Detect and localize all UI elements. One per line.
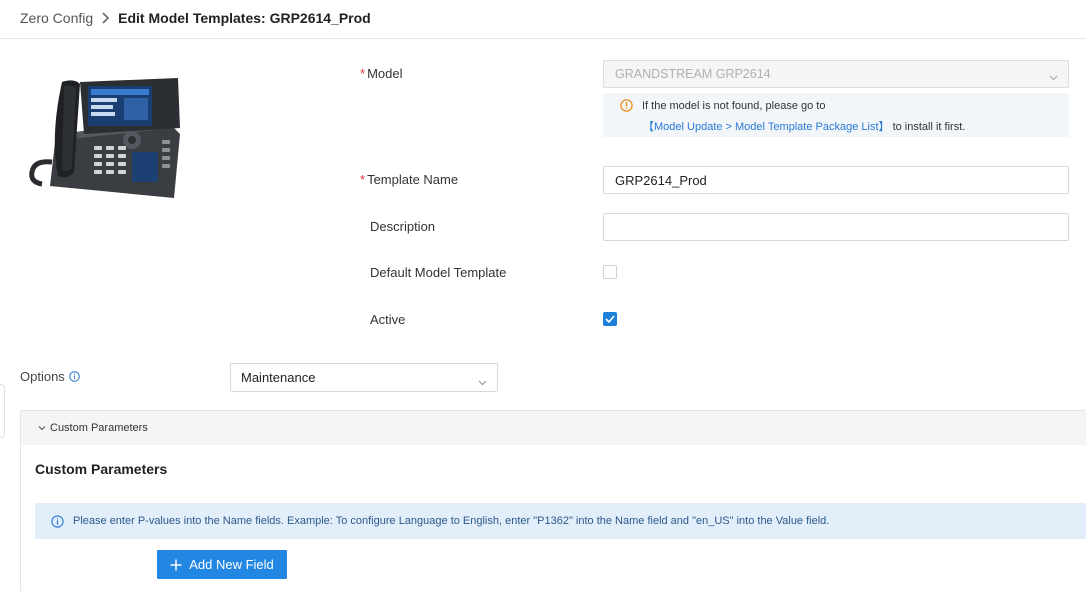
model-select-value: GRANDSTREAM GRP2614 bbox=[615, 67, 771, 81]
model-label-text: Model bbox=[367, 66, 403, 81]
template-name-label: * Template Name bbox=[360, 172, 458, 187]
check-icon bbox=[605, 315, 615, 323]
model-label: * Model bbox=[360, 66, 402, 81]
phone-image bbox=[28, 76, 184, 202]
required-marker: * bbox=[360, 66, 366, 81]
description-input[interactable] bbox=[603, 213, 1069, 241]
header-divider bbox=[0, 38, 1086, 39]
model-notice: If the model is not found, please go to … bbox=[603, 93, 1069, 137]
template-name-label-text: Template Name bbox=[367, 172, 459, 187]
model-select[interactable]: GRANDSTREAM GRP2614 bbox=[603, 60, 1069, 88]
notice-text: If the model is not found, please go to bbox=[642, 100, 826, 112]
info-icon[interactable] bbox=[69, 371, 80, 382]
warning-circle-icon bbox=[620, 99, 633, 115]
required-marker: * bbox=[360, 172, 366, 187]
plus-icon bbox=[170, 559, 182, 571]
default-model-template-checkbox[interactable] bbox=[603, 265, 617, 279]
add-new-field-button[interactable]: Add New Field bbox=[157, 550, 287, 579]
options-label: Options bbox=[20, 369, 80, 384]
active-label: Active bbox=[370, 312, 406, 327]
notice-line2: 【Model Update > Model Template Package L… bbox=[643, 118, 965, 134]
chevron-down-icon bbox=[1049, 70, 1058, 84]
breadcrumb-root-link[interactable]: Zero Config bbox=[20, 10, 93, 26]
custom-parameters-title: Custom Parameters bbox=[35, 461, 168, 477]
page-title: Edit Model Templates: GRP2614_Prod bbox=[118, 10, 371, 26]
custom-parameters-panel: Custom Parameters Custom Parameters Plea… bbox=[20, 410, 1086, 591]
model-template-package-link[interactable]: 【Model Update > Model Template Package L… bbox=[643, 121, 890, 133]
chevron-down-icon bbox=[38, 425, 46, 431]
template-name-input[interactable]: GRP2614_Prod bbox=[603, 166, 1069, 194]
options-select[interactable]: Maintenance bbox=[230, 363, 498, 392]
notice-suffix: to install it first. bbox=[889, 121, 966, 133]
chevron-down-icon bbox=[478, 374, 487, 389]
options-label-text: Options bbox=[20, 369, 65, 384]
breadcrumb: Zero Config Edit Model Templates: GRP261… bbox=[20, 8, 371, 28]
add-new-field-label: Add New Field bbox=[189, 557, 274, 572]
default-model-template-label: Default Model Template bbox=[370, 265, 507, 280]
custom-parameters-info-text: Please enter P-values into the Name fiel… bbox=[73, 515, 830, 527]
side-panel-handle[interactable] bbox=[0, 384, 5, 438]
custom-parameters-collapse-header[interactable]: Custom Parameters bbox=[21, 411, 1086, 445]
custom-parameters-header-label: Custom Parameters bbox=[50, 422, 148, 434]
chevron-right-icon bbox=[101, 12, 110, 24]
description-label: Description bbox=[370, 219, 436, 234]
custom-parameters-info-bar: Please enter P-values into the Name fiel… bbox=[35, 503, 1086, 539]
options-select-value: Maintenance bbox=[241, 370, 316, 385]
info-icon bbox=[51, 514, 64, 528]
active-checkbox[interactable] bbox=[603, 312, 617, 326]
